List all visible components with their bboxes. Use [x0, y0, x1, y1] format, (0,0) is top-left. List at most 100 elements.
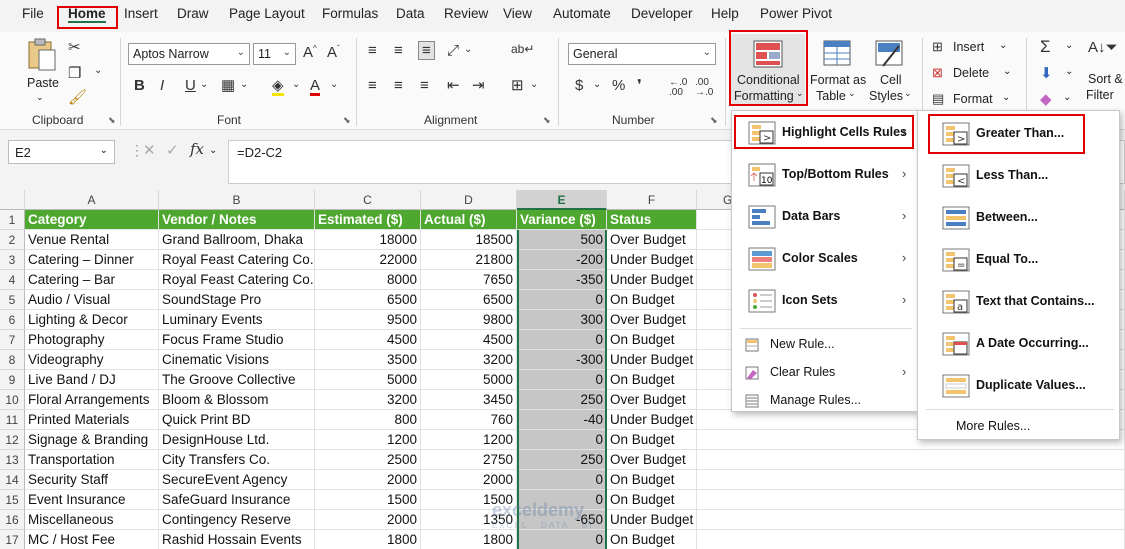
insert-function-icon[interactable]: fx [190, 142, 204, 157]
dialog-launcher-icon[interactable]: ⬊ [343, 115, 351, 126]
cell-status[interactable]: On Budget [607, 370, 697, 390]
chevron-down-icon[interactable]: ⌄ [1065, 66, 1073, 77]
col-header-f[interactable]: F [607, 190, 697, 210]
a-date-occurring-item[interactable]: A Date Occurring... [918, 330, 1119, 360]
cell-estimated[interactable]: 3500 [315, 350, 421, 370]
cell-category[interactable]: Printed Materials [25, 410, 159, 430]
decrease-font-icon[interactable]: Aˇ [327, 45, 340, 61]
header-cell-actual[interactable]: Actual ($) [421, 210, 517, 230]
row-header[interactable]: 4 [0, 270, 25, 290]
cell-actual[interactable]: 21800 [421, 250, 517, 270]
cell-vendor[interactable]: Cinematic Visions [159, 350, 315, 370]
cell-estimated[interactable]: 1500 [315, 490, 421, 510]
cell-category[interactable]: Floral Arrangements [25, 390, 159, 410]
more-options-icon[interactable]: ⋮ [130, 143, 144, 157]
sort-filter-button[interactable]: A↓⏷ Sort & Filter [1084, 38, 1125, 104]
row-header[interactable]: 3 [0, 250, 25, 270]
tab-formulas[interactable]: Formulas [322, 6, 378, 21]
paste-button[interactable]: Paste ⌄ [22, 38, 62, 104]
align-bottom-icon[interactable]: ≡ [418, 41, 435, 60]
align-top-icon[interactable]: ≡ [368, 43, 377, 58]
row-header[interactable]: 5 [0, 290, 25, 310]
cell-category[interactable]: Catering – Bar [25, 270, 159, 290]
bold-icon[interactable]: B [134, 78, 145, 93]
cell-vendor[interactable]: SoundStage Pro [159, 290, 315, 310]
chevron-down-icon[interactable]: ⌄ [1002, 92, 1010, 103]
format-as-table-button[interactable]: Format as Table ⌄ [810, 34, 866, 104]
tab-view[interactable]: View [503, 6, 532, 21]
tab-file[interactable]: File [22, 6, 44, 21]
chevron-down-icon[interactable]: ⌄ [1065, 40, 1073, 51]
copy-icon[interactable]: ❐ [68, 66, 81, 81]
cell-category[interactable]: Photography [25, 330, 159, 350]
fill-color-icon[interactable]: ◈ [272, 78, 284, 96]
clear-icon[interactable]: ◆ [1040, 92, 1052, 107]
font-color-icon[interactable]: A [310, 78, 321, 96]
row-header[interactable]: 10 [0, 390, 25, 410]
cell-status[interactable]: Under Budget [607, 270, 697, 290]
dialog-launcher-icon[interactable]: ⬊ [543, 115, 551, 126]
font-name-combo[interactable]: Aptos Narrow ⌄ [128, 43, 250, 65]
cell-estimated[interactable]: 2000 [315, 510, 421, 530]
duplicate-values-item[interactable]: Duplicate Values... [918, 372, 1119, 402]
clear-rules-item[interactable]: Clear Rules › [732, 361, 917, 387]
cell-estimated[interactable]: 6500 [315, 290, 421, 310]
col-header-b[interactable]: B [159, 190, 315, 210]
cell-status[interactable]: Under Budget [607, 410, 697, 430]
manage-rules-item[interactable]: Manage Rules... [732, 389, 917, 415]
cell-estimated[interactable]: 4500 [315, 330, 421, 350]
underline-icon[interactable]: U [185, 78, 196, 93]
cell-vendor[interactable]: Royal Feast Catering Co. [159, 250, 315, 270]
row-header[interactable]: 2 [0, 230, 25, 250]
cell-actual[interactable]: 1800 [421, 530, 517, 549]
cell-status[interactable]: Under Budget [607, 350, 697, 370]
cell-vendor[interactable]: SafeGuard Insurance [159, 490, 315, 510]
row-header[interactable]: 15 [0, 490, 25, 510]
cell-status[interactable]: Over Budget [607, 450, 697, 470]
header-cell-estimated[interactable]: Estimated ($) [315, 210, 421, 230]
delete-button[interactable]: Delete [953, 66, 989, 80]
cell-vendor[interactable]: The Groove Collective [159, 370, 315, 390]
tab-power-pivot[interactable]: Power Pivot [760, 6, 832, 21]
insert-cells-icon[interactable]: ⊞ [932, 40, 943, 53]
greater-than-item[interactable]: > Greater Than... [918, 120, 1119, 150]
currency-icon[interactable]: $ [575, 78, 583, 93]
row-header[interactable]: 17 [0, 530, 25, 549]
chevron-down-icon[interactable]: ⌄ [1063, 92, 1071, 103]
header-cell-category[interactable]: Category [25, 210, 159, 230]
borders-icon[interactable]: ▦ [221, 78, 235, 93]
col-header-a[interactable]: A [25, 190, 159, 210]
header-cell-vendor[interactable]: Vendor / Notes [159, 210, 315, 230]
align-right-icon[interactable]: ≡ [420, 78, 429, 93]
tab-data[interactable]: Data [396, 6, 425, 21]
cell-status[interactable]: On Budget [607, 530, 697, 549]
row-header[interactable]: 6 [0, 310, 25, 330]
tab-insert[interactable]: Insert [124, 6, 158, 21]
cell-estimated[interactable]: 1200 [315, 430, 421, 450]
cell-actual[interactable]: 7650 [421, 270, 517, 290]
cell-vendor[interactable]: Luminary Events [159, 310, 315, 330]
cell-estimated[interactable]: 18000 [315, 230, 421, 250]
cell-category[interactable]: Catering – Dinner [25, 250, 159, 270]
percent-icon[interactable]: % [612, 78, 625, 93]
equal-to-item[interactable]: = Equal To... [918, 246, 1119, 276]
cell-vendor[interactable]: Quick Print BD [159, 410, 315, 430]
font-size-combo[interactable]: 11 ⌄ [253, 43, 296, 65]
dialog-launcher-icon[interactable]: ⬊ [108, 115, 116, 126]
cell-actual[interactable]: 5000 [421, 370, 517, 390]
header-cell-status[interactable]: Status [607, 210, 697, 230]
row-header[interactable]: 9 [0, 370, 25, 390]
cell-styles-button[interactable]: Cell Styles ⌄ [866, 34, 916, 104]
cell-actual[interactable]: 2000 [421, 470, 517, 490]
cell-status[interactable]: Over Budget [607, 390, 697, 410]
align-left-icon[interactable]: ≡ [368, 78, 377, 93]
col-header-d[interactable]: D [421, 190, 517, 210]
highlight-cells-rules-item[interactable]: > Highlight Cells Rules › [732, 119, 917, 149]
increase-decimal-icon[interactable]: ←.0.00 [669, 78, 687, 98]
tab-page-layout[interactable]: Page Layout [229, 6, 305, 21]
empty-cell[interactable] [697, 510, 1125, 530]
cell-category[interactable]: MC / Host Fee [25, 530, 159, 549]
text-that-contains-item[interactable]: a Text that Contains... [918, 288, 1119, 318]
decrease-decimal-icon[interactable]: .00 →.0 [695, 78, 713, 98]
empty-cell[interactable] [697, 490, 1125, 510]
